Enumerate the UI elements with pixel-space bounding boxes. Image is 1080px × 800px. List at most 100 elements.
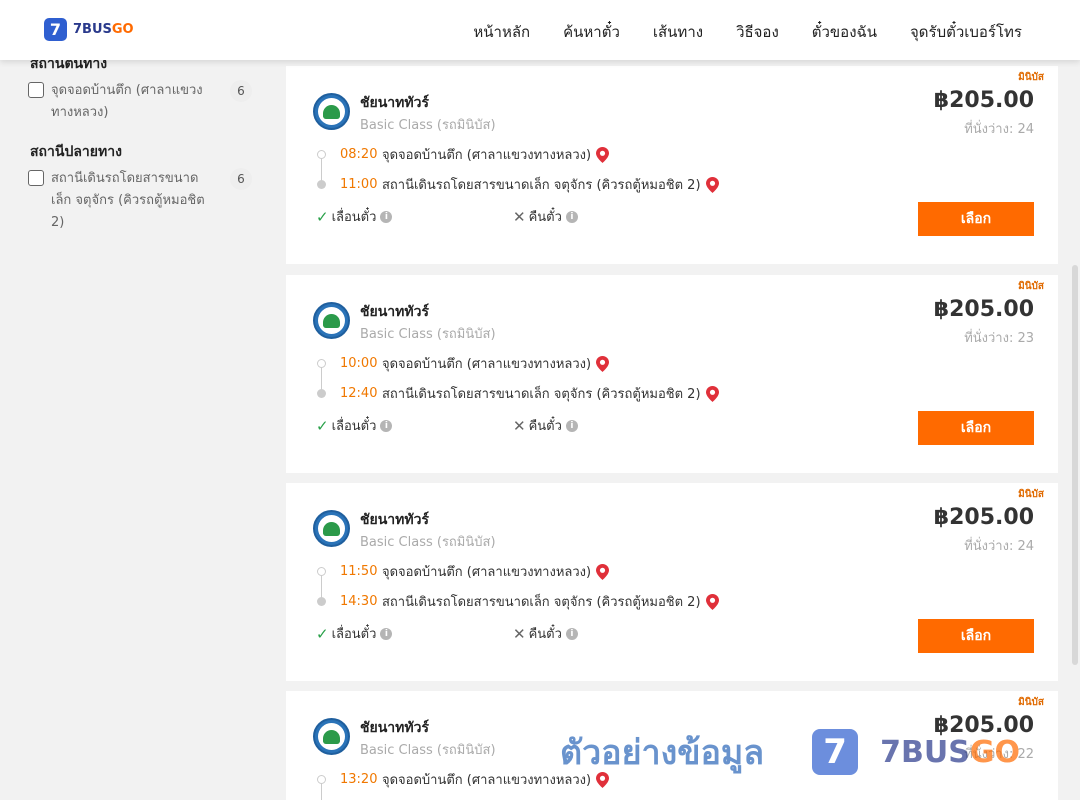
- map-pin-icon[interactable]: [705, 593, 719, 610]
- arrival-row: 14:30 สถานีเดินรถโดยสารขนาดเล็ก จตุจักร …: [340, 591, 719, 612]
- bus-class: Basic Class (รถมินิบัส): [360, 743, 496, 758]
- operator-name: ชัยนาททัวร์: [360, 95, 429, 111]
- info-icon[interactable]: i: [565, 210, 578, 223]
- arrival-row: 12:40 สถานีเดินรถโดยสารขนาดเล็ก จตุจักร …: [340, 383, 719, 404]
- nav-search-tickets[interactable]: ค้นหาตั๋ว: [563, 20, 620, 44]
- map-pin-icon[interactable]: [705, 176, 719, 193]
- site-logo[interactable]: 7 7BUSGO: [44, 18, 134, 41]
- trip-card: มินิบัส ชัยนาททัวร์ Basic Class (รถมินิบ…: [286, 66, 1058, 264]
- origin-count-badge: 6: [230, 80, 252, 102]
- operator-name: ชัยนาททัวร์: [360, 512, 429, 528]
- departure-row: 08:20 จุดจอดบ้านตึก (ศาลาแขวงทางหลวง): [340, 144, 610, 165]
- reschedule-label: เลื่อนตั๋ว: [331, 419, 377, 434]
- map-pin-icon[interactable]: [596, 771, 610, 788]
- bus-class: Basic Class (รถมินิบัส): [360, 535, 496, 550]
- origin-filter-option[interactable]: จุดจอดบ้านตึก (ศาลาแขวงทางหลวง) 6: [28, 80, 256, 124]
- map-pin-icon[interactable]: [596, 146, 610, 163]
- arrival-time: 11:00: [340, 177, 378, 192]
- filter-sidebar: สถานีต้นทาง จุดจอดบ้านตึก (ศาลาแขวงทางหล…: [0, 0, 270, 800]
- select-trip-button[interactable]: เลือก: [918, 619, 1034, 653]
- trip-price: ฿205.00: [933, 713, 1034, 738]
- destination-filter-option[interactable]: สถานีเดินรถโดยสารขนาดเล็ก จตุจักร (คิวรถ…: [28, 168, 256, 234]
- reschedule-policy: ✓ เลื่อนตั๋ว i: [316, 415, 393, 436]
- scrollbar-thumb[interactable]: [1072, 265, 1078, 665]
- operator-logo: [313, 302, 350, 339]
- nav-ticket-pickup[interactable]: จุดรับตั๋วเบอร์โทร: [910, 20, 1022, 44]
- refund-label: คืนตั๋ว: [528, 419, 562, 434]
- departure-time: 08:20: [340, 147, 378, 162]
- seats-available: ที่นั่งว่าง: 23: [964, 331, 1034, 346]
- bus-type-tag: มินิบัส: [1018, 72, 1044, 83]
- check-icon: ✓: [316, 207, 329, 226]
- refund-label: คืนตั๋ว: [528, 210, 562, 225]
- trip-price: ฿205.00: [933, 88, 1034, 113]
- logo-mark: 7: [44, 18, 67, 41]
- departure-row: 13:20 จุดจอดบ้านตึก (ศาลาแขวงทางหลวง): [340, 769, 610, 790]
- reschedule-label: เลื่อนตั๋ว: [331, 210, 377, 225]
- origin-checkbox[interactable]: [28, 82, 44, 98]
- top-header: 7 7BUSGO หน้าหลัก ค้นหาตั๋ว เส้นทาง วิธี…: [0, 0, 1080, 60]
- select-trip-button[interactable]: เลือก: [918, 202, 1034, 236]
- trip-card: มินิบัส ชัยนาททัวร์ Basic Class (รถมินิบ…: [286, 275, 1058, 473]
- nav-routes[interactable]: เส้นทาง: [653, 20, 703, 44]
- bus-class: Basic Class (รถมินิบัส): [360, 118, 496, 133]
- bus-type-tag: มินิบัส: [1018, 281, 1044, 292]
- seats-available: ที่นั่งว่าง: 22: [964, 747, 1034, 762]
- info-icon[interactable]: i: [565, 419, 578, 432]
- arrival-time: 14:30: [340, 594, 378, 609]
- cross-icon: ✕: [513, 416, 526, 435]
- reschedule-policy: ✓ เลื่อนตั๋ว i: [316, 623, 393, 644]
- seats-available: ที่นั่งว่าง: 24: [964, 122, 1034, 137]
- trip-price: ฿205.00: [933, 297, 1034, 322]
- map-pin-icon[interactable]: [596, 563, 610, 580]
- map-pin-icon[interactable]: [705, 385, 719, 402]
- trip-card: มินิบัส ชัยนาททัวร์ Basic Class (รถมินิบ…: [286, 691, 1058, 800]
- nav-how-to-book[interactable]: วิธีจอง: [736, 20, 779, 44]
- refund-label: คืนตั๋ว: [528, 627, 562, 642]
- trip-price: ฿205.00: [933, 505, 1034, 530]
- departure-dot: [317, 567, 326, 576]
- refund-policy: ✕ คืนตั๋ว i: [513, 415, 578, 436]
- origin-filter-label[interactable]: จุดจอดบ้านตึก (ศาลาแขวงทางหลวง): [51, 80, 211, 124]
- departure-stop: จุดจอดบ้านตึก (ศาลาแขวงทางหลวง): [382, 773, 592, 788]
- map-pin-icon[interactable]: [596, 355, 610, 372]
- info-icon[interactable]: i: [380, 210, 393, 223]
- select-trip-button[interactable]: เลือก: [918, 411, 1034, 445]
- departure-dot: [317, 359, 326, 368]
- operator-logo: [313, 718, 350, 755]
- info-icon[interactable]: i: [380, 627, 393, 640]
- bus-type-tag: มินิบัส: [1018, 489, 1044, 500]
- departure-stop: จุดจอดบ้านตึก (ศาลาแขวงทางหลวง): [382, 357, 592, 372]
- destination-filter-label[interactable]: สถานีเดินรถโดยสารขนาดเล็ก จตุจักร (คิวรถ…: [51, 168, 211, 234]
- departure-stop: จุดจอดบ้านตึก (ศาลาแขวงทางหลวง): [382, 148, 592, 163]
- bus-class: Basic Class (รถมินิบัส): [360, 327, 496, 342]
- departure-time: 11:50: [340, 564, 378, 579]
- cross-icon: ✕: [513, 624, 526, 643]
- operator-logo: [313, 510, 350, 547]
- destination-checkbox[interactable]: [28, 170, 44, 186]
- operator-name: ชัยนาททัวร์: [360, 304, 429, 320]
- info-icon[interactable]: i: [565, 627, 578, 640]
- departure-row: 10:00 จุดจอดบ้านตึก (ศาลาแขวงทางหลวง): [340, 353, 610, 374]
- refund-policy: ✕ คืนตั๋ว i: [513, 623, 578, 644]
- nav-home[interactable]: หน้าหลัก: [473, 20, 530, 44]
- info-icon[interactable]: i: [380, 419, 393, 432]
- reschedule-label: เลื่อนตั๋ว: [331, 627, 377, 642]
- nav-my-tickets[interactable]: ตั๋วของฉัน: [812, 20, 877, 44]
- arrival-stop: สถานีเดินรถโดยสารขนาดเล็ก จตุจักร (คิวรถ…: [382, 595, 701, 610]
- reschedule-policy: ✓ เลื่อนตั๋ว i: [316, 206, 393, 227]
- destination-count-badge: 6: [230, 168, 252, 190]
- cross-icon: ✕: [513, 207, 526, 226]
- main-nav: หน้าหลัก ค้นหาตั๋ว เส้นทาง วิธีจอง ตั๋วข…: [440, 20, 1022, 44]
- departure-row: 11:50 จุดจอดบ้านตึก (ศาลาแขวงทางหลวง): [340, 561, 610, 582]
- operator-name: ชัยนาททัวร์: [360, 720, 429, 736]
- arrival-stop: สถานีเดินรถโดยสารขนาดเล็ก จตุจักร (คิวรถ…: [382, 178, 701, 193]
- departure-dot: [317, 775, 326, 784]
- seats-available: ที่นั่งว่าง: 24: [964, 539, 1034, 554]
- arrival-dot: [317, 597, 326, 606]
- check-icon: ✓: [316, 624, 329, 643]
- departure-time: 10:00: [340, 356, 378, 371]
- page-scrollbar[interactable]: [1070, 60, 1080, 800]
- operator-logo: [313, 93, 350, 130]
- arrival-dot: [317, 389, 326, 398]
